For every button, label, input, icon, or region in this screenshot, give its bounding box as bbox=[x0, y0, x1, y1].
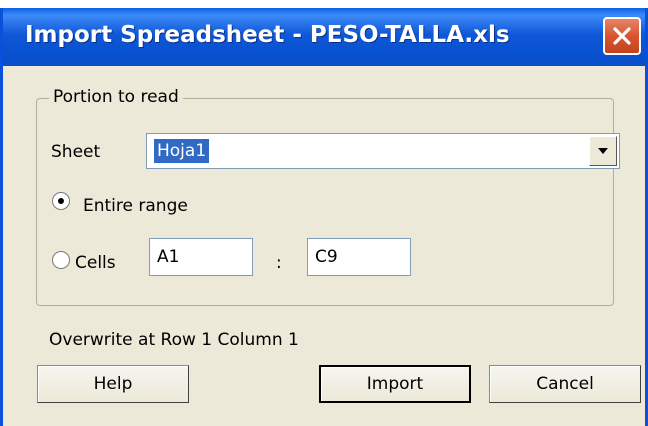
background-strip bbox=[0, 0, 648, 8]
import-button[interactable]: Import bbox=[319, 365, 471, 403]
sheet-label: Sheet bbox=[51, 142, 101, 162]
sheet-select[interactable]: Hoja1 bbox=[146, 133, 620, 169]
entire-range-label[interactable]: Entire range bbox=[83, 196, 188, 216]
close-icon bbox=[613, 27, 631, 45]
cells-radio[interactable] bbox=[52, 251, 70, 269]
help-button[interactable]: Help bbox=[37, 365, 189, 403]
overwrite-info: Overwrite at Row 1 Column 1 bbox=[49, 330, 299, 350]
window-title: Import Spreadsheet - PESO-TALLA.xls bbox=[25, 22, 510, 48]
radio-selected-dot bbox=[58, 198, 64, 204]
cells-from-input[interactable]: A1 bbox=[149, 238, 253, 276]
portion-legend: Portion to read bbox=[49, 87, 183, 107]
cells-label[interactable]: Cells bbox=[75, 253, 116, 273]
entire-range-radio[interactable] bbox=[52, 192, 70, 210]
import-spreadsheet-dialog: Import Spreadsheet - PESO-TALLA.xls Port… bbox=[0, 8, 648, 426]
title-bar[interactable]: Import Spreadsheet - PESO-TALLA.xls bbox=[3, 8, 645, 66]
cells-separator: : bbox=[276, 253, 282, 273]
chevron-down-icon bbox=[598, 148, 608, 154]
sheet-select-value: Hoja1 bbox=[154, 139, 210, 163]
close-button[interactable] bbox=[603, 17, 641, 55]
cells-to-input[interactable]: C9 bbox=[307, 238, 411, 276]
sheet-dropdown-button[interactable] bbox=[589, 136, 617, 166]
cancel-button[interactable]: Cancel bbox=[489, 365, 641, 403]
